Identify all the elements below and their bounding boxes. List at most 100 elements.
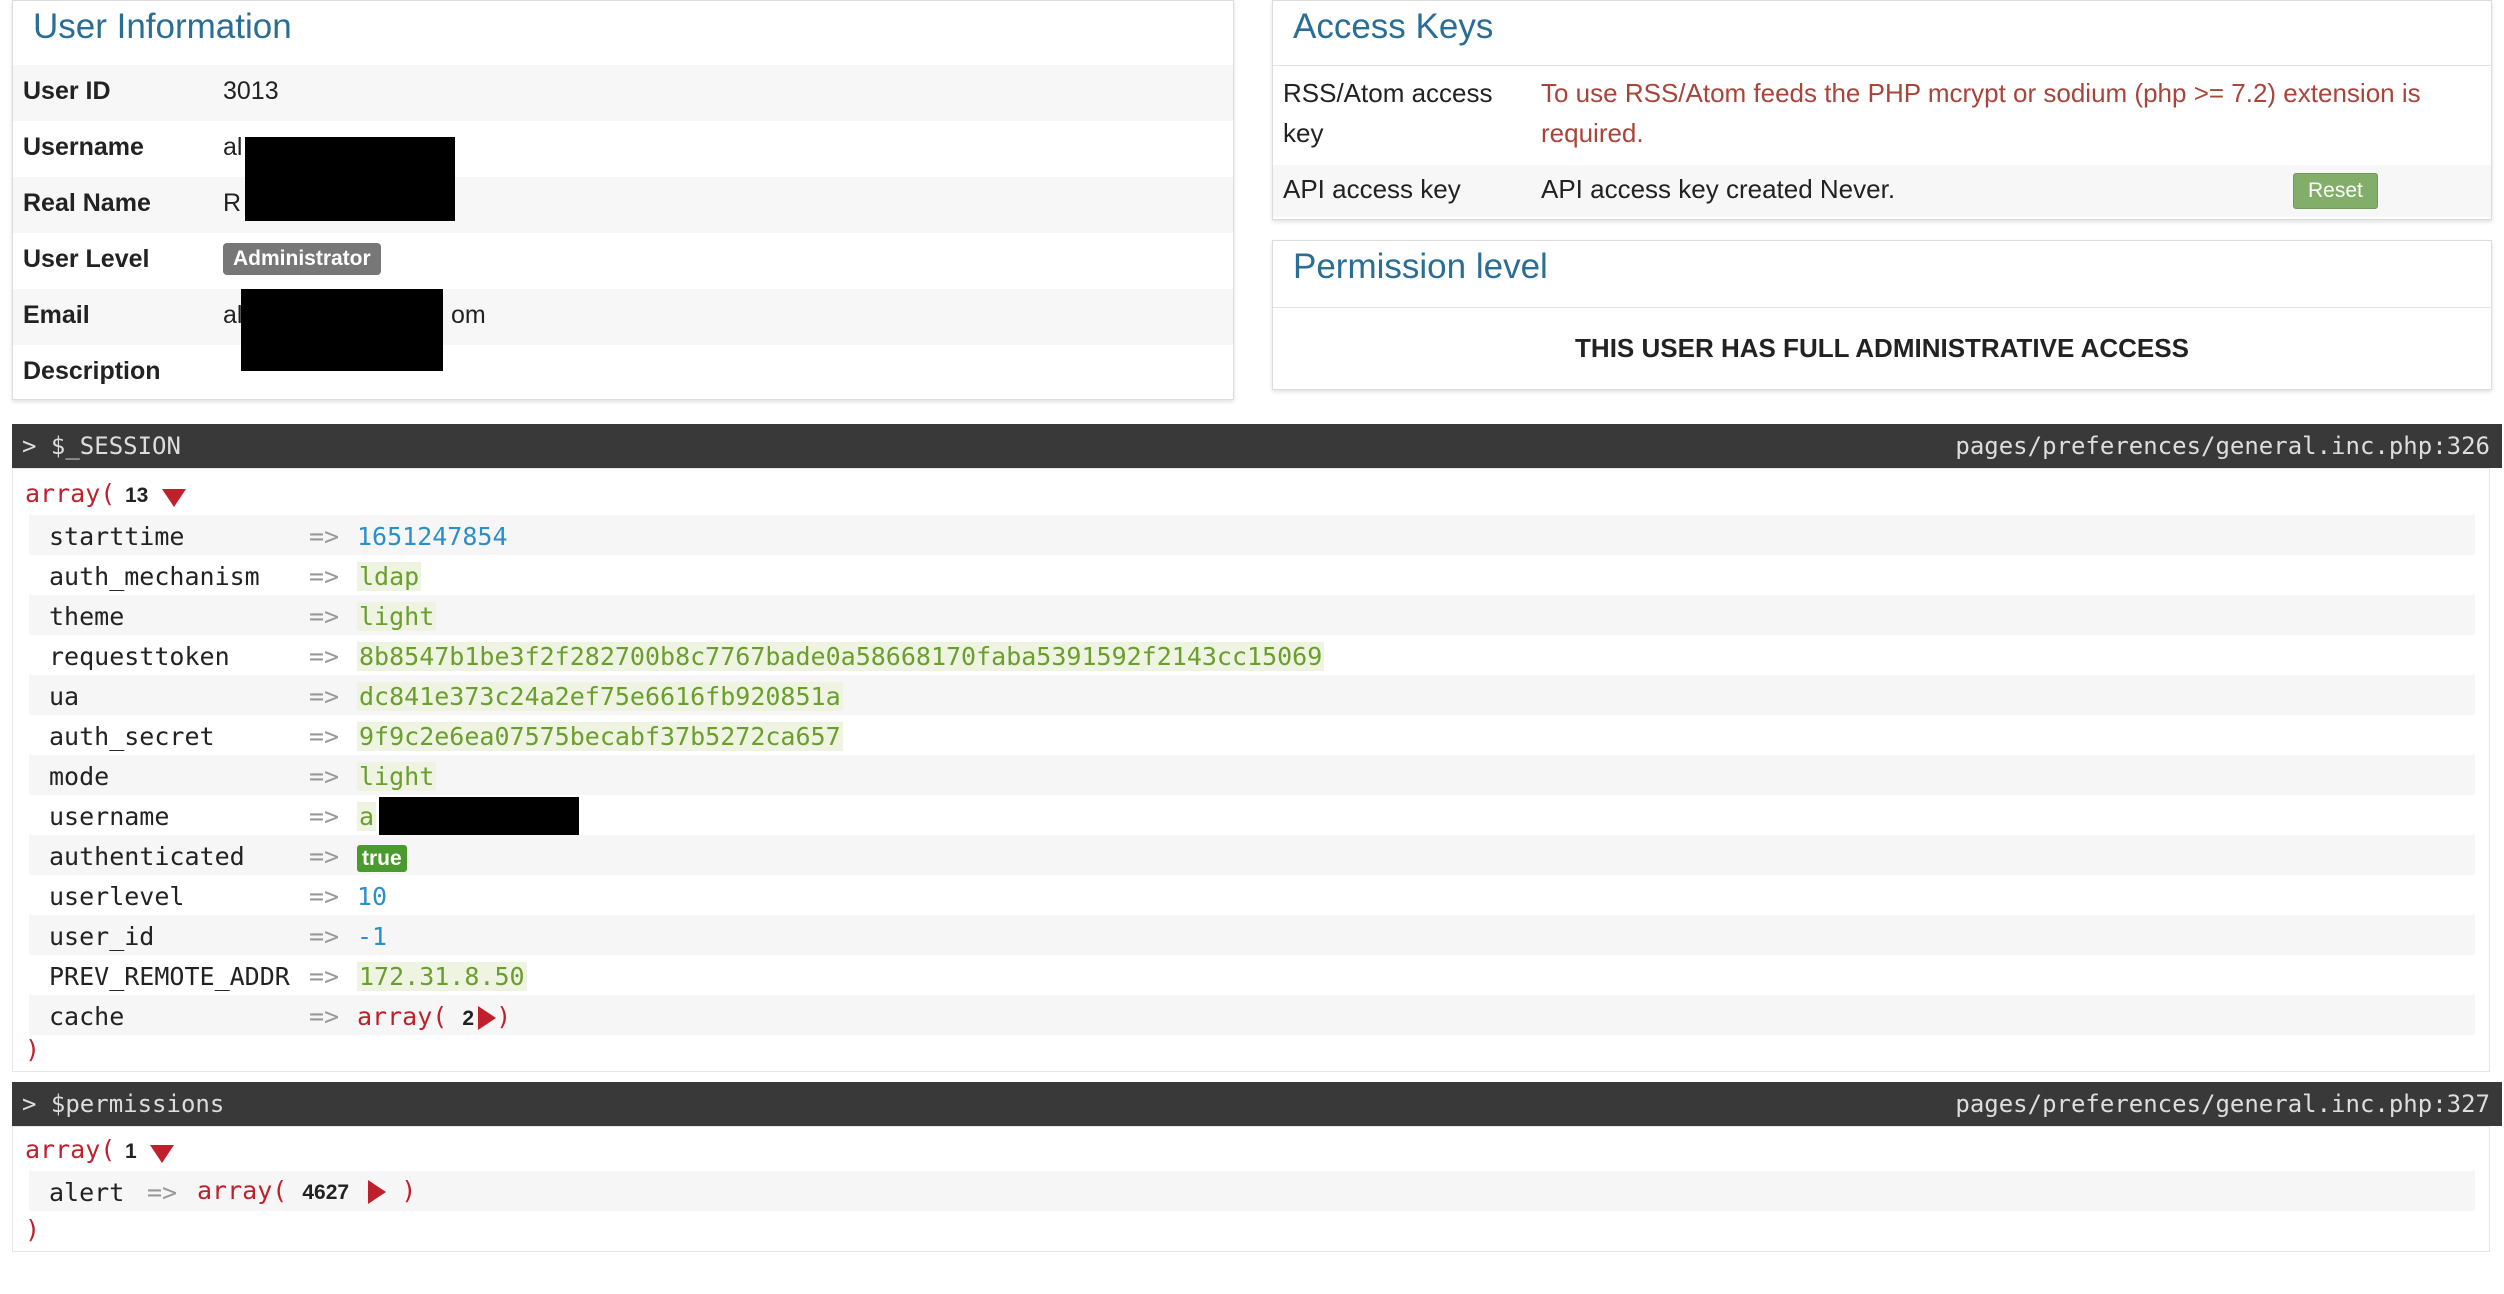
array-count: 1 <box>124 1140 137 1163</box>
username-label: Username <box>23 133 144 161</box>
real-name-value: R <box>223 189 242 217</box>
entry-value: dc841e373c24a2ef75e6616fb920851a <box>357 682 843 711</box>
user-id-label: User ID <box>23 77 111 105</box>
rss-label-line-2: key <box>1283 118 1324 148</box>
entry-value: light <box>357 602 437 631</box>
array-keyword: array( <box>25 1135 116 1164</box>
api-access-key-value: API access key created Never. <box>1541 174 1896 204</box>
permissions-entry-alert: alert => array( 4627 ) <box>29 1171 2475 1211</box>
session-entry-mode: mode => light <box>29 755 2475 795</box>
entry-value-text: a <box>357 802 377 831</box>
session-entry-username: username => a <box>29 795 2475 835</box>
email-value-suffix: om <box>451 301 486 329</box>
session-entry-authenticated: authenticated => true <box>29 835 2475 875</box>
redaction-block <box>245 137 455 221</box>
entry-value-text: light <box>357 762 437 791</box>
entry-value-text: 172.31.8.50 <box>357 962 527 991</box>
entry-arrow: => <box>147 1178 178 1207</box>
reset-api-key-button[interactable]: Reset <box>2293 173 2378 209</box>
array-close: ) <box>401 1176 417 1205</box>
redaction-block <box>379 797 579 835</box>
permissions-dump-header[interactable]: > $permissions pages/preferences/general… <box>12 1082 2502 1126</box>
triangle-down-icon[interactable] <box>161 488 186 507</box>
rss-error-line-2: required. <box>1541 118 1644 148</box>
email-value: al <box>223 301 243 329</box>
permission-level-text: THIS USER HAS FULL ADMINISTRATIVE ACCESS <box>1575 333 2189 363</box>
user-id-value: 3013 <box>223 77 279 105</box>
entry-value: ldap <box>357 562 422 591</box>
array-count: 2 <box>462 1007 475 1030</box>
entry-value-text: 8b8547b1be3f2f282700b8c7767bade0a5866817… <box>357 642 1325 671</box>
entry-value-text: true <box>357 845 407 872</box>
entry-value-text: 10 <box>357 882 388 911</box>
entry-array-value[interactable]: array( 4627 ) <box>197 1176 416 1205</box>
access-keys-header-divider <box>1273 65 2491 66</box>
session-entry-requesttoken: requesttoken => 8b8547b1be3f2f282700b8c776… <box>29 635 2475 675</box>
user-level-label: User Level <box>23 245 150 273</box>
array-keyword: array( <box>197 1176 288 1205</box>
user-information-panel: User Information User ID 3013 Username a… <box>12 0 1234 400</box>
entry-value: 8b8547b1be3f2f282700b8c7767bade0a5866817… <box>357 642 1325 671</box>
rss-error-message: To use RSS/Atom feeds the PHP mcrypt or … <box>1541 73 2441 153</box>
entry-value-text: -1 <box>357 922 388 951</box>
username-value: al <box>223 133 243 161</box>
redaction-block <box>241 289 443 371</box>
entry-key: authenticated <box>49 842 245 871</box>
session-dump-body: array( 13 starttime => 1651247854 auth_mech… <box>12 468 2490 1072</box>
entry-value-text: light <box>357 602 437 631</box>
session-entry-ua: ua => dc841e373c24a2ef75e6616fb920851a <box>29 675 2475 715</box>
rss-label-line-1: RSS/Atom access <box>1283 78 1493 108</box>
entry-value: light <box>357 762 437 791</box>
entry-value: 1651247854 <box>357 522 508 551</box>
real-name-label: Real Name <box>23 189 151 217</box>
entry-arrow: => <box>309 722 340 751</box>
session-entry-userlevel: userlevel => 10 <box>29 875 2475 915</box>
entry-arrow: => <box>309 962 340 991</box>
email-label: Email <box>23 301 90 329</box>
entry-key: auth_secret <box>49 722 215 751</box>
api-access-key-label: API access key <box>1283 174 1461 204</box>
entry-value: 10 <box>357 882 387 911</box>
entry-arrow: => <box>309 842 340 871</box>
triangle-right-icon[interactable] <box>478 1006 497 1030</box>
permission-header-divider <box>1273 307 2491 308</box>
entry-value-text: dc841e373c24a2ef75e6616fb920851a <box>357 682 843 711</box>
entry-value: 172.31.8.50 <box>357 962 527 991</box>
entry-value: -1 <box>357 922 387 951</box>
triangle-right-icon[interactable] <box>368 1180 387 1204</box>
entry-arrow: => <box>309 1002 340 1031</box>
entry-arrow: => <box>309 602 340 631</box>
user-information-title: User Information <box>33 7 292 46</box>
permission-level-title: Permission level <box>1293 247 1548 286</box>
entry-key: PREV_REMOTE_ADDR <box>49 962 290 991</box>
description-row: Description <box>13 345 1233 401</box>
entry-array-value[interactable]: array( 2) <box>357 1002 511 1031</box>
entry-arrow: => <box>309 522 340 551</box>
email-row: Email al om <box>13 289 1233 345</box>
user-level-badge: Administrator <box>223 243 381 275</box>
entry-arrow: => <box>309 562 340 591</box>
rss-error-line-1: To use RSS/Atom feeds the PHP mcrypt or … <box>1541 78 2421 108</box>
rss-row: RSS/Atom access key To use RSS/Atom feed… <box>1273 73 2491 153</box>
session-entry-cache: cache => array( 2) <box>29 995 2475 1035</box>
entry-value: a <box>357 802 377 831</box>
real-name-row: Real Name R <box>13 177 1233 233</box>
session-array-open[interactable]: array( 13 <box>25 479 186 508</box>
session-dump-location: pages/preferences/general.inc.php:326 <box>1955 432 2490 460</box>
user-level-row: User Level Administrator <box>13 233 1233 289</box>
entry-arrow: => <box>309 802 340 831</box>
entry-arrow: => <box>309 762 340 791</box>
permissions-dump-name: > $permissions <box>22 1090 225 1118</box>
session-dump-name: > $_SESSION <box>22 432 181 460</box>
session-dump-header[interactable]: > $_SESSION pages/preferences/general.in… <box>12 424 2502 468</box>
session-entry-auth-mechanism: auth_mechanism => ldap <box>29 555 2475 595</box>
session-array-close: ) <box>25 1035 41 1064</box>
session-entry-prev-remote-addr: PREV_REMOTE_ADDR => 172.31.8.50 <box>29 955 2475 995</box>
session-entry-theme: theme => light <box>29 595 2475 635</box>
entry-key: theme <box>49 602 125 631</box>
permissions-array-open[interactable]: array( 1 <box>25 1135 175 1164</box>
triangle-down-icon[interactable] <box>150 1144 175 1163</box>
entry-key: userlevel <box>49 882 185 911</box>
entry-key: alert <box>49 1178 125 1207</box>
username-row: Username al <box>13 121 1233 177</box>
